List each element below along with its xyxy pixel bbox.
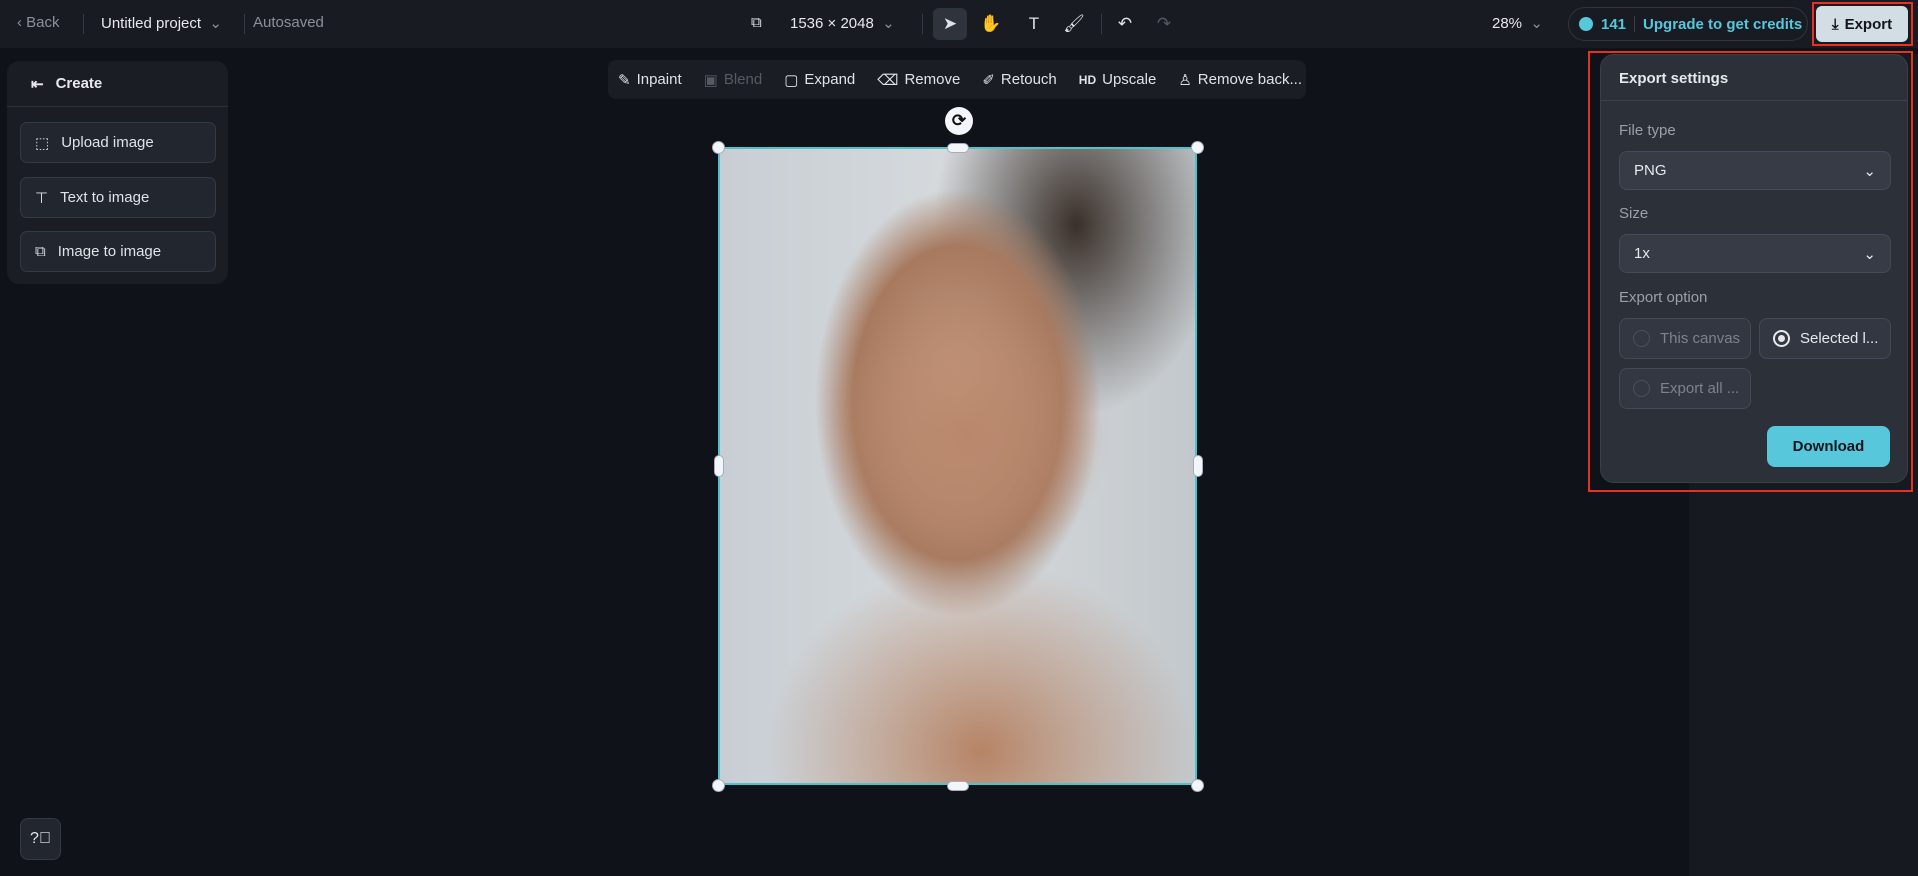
- credits-icon: [1579, 17, 1593, 31]
- credits-pill[interactable]: 141 Upgrade to get credits: [1568, 7, 1808, 41]
- resize-handle[interactable]: [714, 455, 724, 477]
- divider: [1101, 14, 1102, 34]
- hd-icon: HD: [1078, 72, 1097, 87]
- text-tool-icon[interactable]: T: [1017, 8, 1051, 40]
- rotate-handle-icon[interactable]: ⟳: [945, 107, 973, 135]
- chevron-left-icon: ‹: [17, 14, 27, 31]
- retouch-icon: ✐: [982, 71, 995, 89]
- resize-handle[interactable]: [1191, 141, 1204, 154]
- zoom-dropdown[interactable]: 28% ⌄: [1492, 14, 1543, 32]
- text-to-image-button[interactable]: ⊤ Text to image: [20, 177, 216, 218]
- chevron-down-icon: ⌄: [201, 15, 222, 32]
- divider: [244, 14, 245, 34]
- resize-handle[interactable]: [712, 141, 725, 154]
- create-panel-header[interactable]: ⇤ Create: [7, 61, 228, 107]
- text-to-image-icon: ⊤: [35, 189, 49, 207]
- resize-handle[interactable]: [712, 779, 725, 792]
- brush-tool-icon[interactable]: 🖌: [1057, 8, 1091, 40]
- expand-button[interactable]: ▢ Expand: [784, 71, 855, 89]
- remove-background-button[interactable]: ♙ Remove back...: [1178, 71, 1302, 89]
- back-button[interactable]: ‹ Back: [17, 14, 60, 31]
- chevron-down-icon: ⌄: [1522, 15, 1543, 32]
- collapse-left-icon: ⇤: [31, 75, 44, 93]
- resize-handle[interactable]: [1193, 455, 1203, 477]
- resize-handle[interactable]: [947, 781, 969, 791]
- hand-tool-icon[interactable]: ✋: [974, 8, 1008, 40]
- divider: [1634, 16, 1636, 32]
- remove-button[interactable]: ⌫ Remove: [877, 71, 960, 89]
- image-to-image-button[interactable]: ⧉ Image to image: [20, 231, 216, 272]
- blend-button[interactable]: ▣ Blend: [704, 71, 763, 89]
- resize-handle[interactable]: [1191, 779, 1204, 792]
- blend-icon: ▣: [703, 71, 718, 89]
- divider: [83, 14, 84, 34]
- autosave-status: Autosaved: [253, 14, 324, 31]
- project-name-dropdown[interactable]: Untitled project ⌄: [101, 14, 222, 32]
- resize-handle[interactable]: [947, 143, 969, 153]
- eraser-icon: ⌫: [877, 71, 899, 89]
- inpaint-icon: ✎: [618, 71, 631, 89]
- canvas-size-dropdown[interactable]: 1536 × 2048 ⌄: [790, 14, 895, 32]
- person-icon: ♙: [1178, 71, 1192, 89]
- chevron-down-icon: ⌄: [873, 15, 895, 32]
- highlight-export-button: [1812, 2, 1913, 46]
- canvas-image-portrait[interactable]: [718, 147, 1197, 785]
- upgrade-link[interactable]: Upgrade to get credits: [1643, 16, 1802, 33]
- resize-icon: ⧉: [751, 14, 762, 31]
- select-tool-icon[interactable]: ➤: [933, 8, 967, 40]
- create-panel: ⇤ Create ⬚ Upload image ⊤ Text to image ⧉ Im…: [7, 61, 228, 284]
- upload-image-button[interactable]: ⬚ Upload image: [20, 122, 216, 163]
- retouch-button[interactable]: ✐ Retouch: [982, 71, 1056, 89]
- expand-icon: ▢: [784, 71, 799, 89]
- undo-icon[interactable]: ↶: [1108, 8, 1142, 40]
- top-bar: ‹ Back Untitled project ⌄ Autosaved ⧉ 15…: [0, 0, 1918, 48]
- image-to-image-icon: ⧉: [35, 243, 46, 260]
- redo-icon[interactable]: ↷: [1147, 8, 1181, 40]
- upload-image-icon: ⬚: [35, 134, 50, 152]
- inpaint-button[interactable]: ✎ Inpaint: [618, 71, 682, 89]
- help-button[interactable]: ?⃝: [20, 818, 61, 860]
- question-icon: ?⃝: [30, 830, 51, 847]
- upscale-button[interactable]: HD Upscale: [1079, 71, 1157, 88]
- highlight-export-panel: [1588, 51, 1913, 492]
- divider: [922, 14, 923, 34]
- edit-toolbar: ✎ Inpaint ▣ Blend ▢ Expand ⌫ Remove ✐ Retouch…: [608, 60, 1306, 99]
